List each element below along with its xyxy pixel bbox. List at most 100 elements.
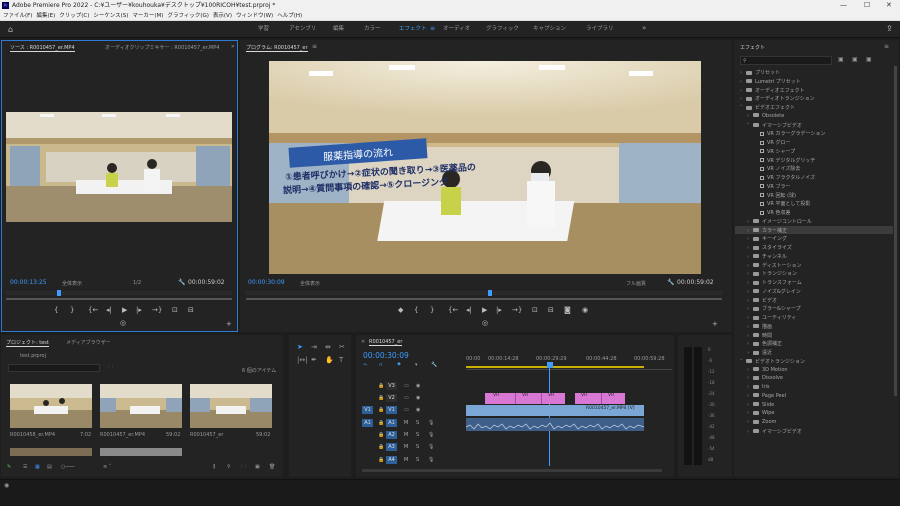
- lock-icon[interactable]: 🔒: [378, 420, 384, 426]
- track-target-button[interactable]: V1: [386, 406, 397, 414]
- pencil-icon[interactable]: ✎: [7, 464, 11, 470]
- new-bin-bottom-icon[interactable]: 🗀: [241, 464, 246, 472]
- workspace-tab[interactable]: ライブラリ: [586, 21, 614, 38]
- export-frame-icon[interactable]: ◙: [564, 306, 571, 314]
- marker-icon[interactable]: ▾: [415, 362, 418, 368]
- tab-media-browser[interactable]: メディアブラウザー: [66, 339, 111, 346]
- new-bin-icon[interactable]: 🗀: [108, 364, 113, 372]
- overwrite-icon[interactable]: ⊟: [188, 306, 194, 314]
- effect-folder[interactable]: › ユーティリティ: [747, 314, 796, 321]
- solo-button[interactable]: S: [416, 457, 419, 463]
- menu-item[interactable]: シーケンス(S): [93, 13, 128, 19]
- effect-item[interactable]: VR グロー: [754, 139, 790, 146]
- program-vr-icon[interactable]: ◉: [582, 306, 588, 314]
- effect-folder[interactable]: ˅ ビデオエフェクト: [740, 104, 795, 111]
- menu-item[interactable]: 表示(V): [213, 13, 232, 19]
- add-marker-timeline-icon[interactable]: ⯁: [397, 362, 401, 368]
- workspace-tab[interactable]: 学習: [258, 21, 269, 38]
- effect-folder[interactable]: › 時間: [747, 332, 772, 339]
- icon-view-icon[interactable]: ▦: [35, 464, 40, 470]
- effect-folder[interactable]: › ブラー&シャープ: [747, 305, 801, 312]
- program-wrench-icon[interactable]: 🔧: [667, 279, 674, 286]
- home-icon[interactable]: ⌂: [8, 25, 13, 34]
- effect-folder[interactable]: ˅ ビデオトランジション: [740, 358, 805, 365]
- effect-folder[interactable]: › チャンネル: [747, 253, 787, 260]
- effect-folder[interactable]: › Wipe: [747, 410, 774, 416]
- menu-item[interactable]: マーカー(M): [132, 13, 163, 19]
- tab-audio-clip-mixer[interactable]: オーディオクリップミキサー : R0010457_er.MP4: [105, 44, 219, 51]
- effect-folder[interactable]: › スタイライズ: [747, 244, 792, 251]
- lock-icon[interactable]: 🔒: [378, 444, 384, 450]
- workspace-tab[interactable]: オーディオ: [443, 21, 470, 38]
- timeline-timecode[interactable]: 00:00:30:09: [363, 351, 409, 360]
- wrench-icon[interactable]: 🔧: [178, 279, 185, 286]
- effect-folder[interactable]: › オーディオエフェクト: [740, 87, 805, 94]
- tab-source[interactable]: ソース : R0010457_er.MP4: [10, 44, 75, 52]
- razor-icon[interactable]: ✂: [339, 343, 345, 351]
- hand-tool-icon[interactable]: ✋: [325, 356, 334, 364]
- program-zoom-bar[interactable]: [246, 298, 722, 300]
- program-vr-toggle-icon[interactable]: ◎: [482, 319, 488, 327]
- vr-clip[interactable]: VR: [575, 393, 601, 404]
- automate-icon[interactable]: ⫼: [213, 464, 215, 470]
- source-fit-select[interactable]: 全体表示: [62, 280, 82, 287]
- solo-button[interactable]: S: [416, 444, 419, 450]
- new-item-icon[interactable]: ▣: [255, 464, 260, 470]
- step-forward-icon[interactable]: |▸: [136, 306, 142, 314]
- project-thumb-3[interactable]: [190, 384, 272, 428]
- lock-icon[interactable]: 🔒: [378, 407, 384, 413]
- effect-folder[interactable]: › 遠近: [747, 349, 772, 356]
- tab-program[interactable]: プログラム: R0010457_er: [246, 44, 308, 52]
- effect-item[interactable]: VR 色収差: [754, 209, 790, 216]
- audio-clip-a1[interactable]: [466, 418, 644, 431]
- project-search-input[interactable]: [8, 364, 100, 372]
- workspace-tab[interactable]: アセンブリ: [289, 21, 316, 38]
- effect-folder[interactable]: › 3D Motion: [747, 367, 788, 373]
- track-target-button[interactable]: A2: [386, 431, 397, 439]
- mute-button[interactable]: M: [404, 457, 408, 463]
- program-mark-out-icon[interactable]: }: [430, 306, 434, 314]
- linked-selection-icon[interactable]: ∩: [379, 362, 383, 368]
- effect-folder[interactable]: › Dissolve: [747, 375, 783, 381]
- mic-icon[interactable]: 🎙: [428, 444, 434, 450]
- find-icon[interactable]: ⚲: [227, 464, 231, 470]
- workspace-tab[interactable]: グラフィック: [486, 21, 519, 38]
- effects-search-input[interactable]: ⚲: [740, 56, 832, 65]
- sync-lock-icon[interactable]: ▭: [404, 407, 409, 413]
- more-workspaces-icon[interactable]: »: [642, 24, 646, 32]
- minimize-button[interactable]: —: [840, 0, 847, 11]
- menu-item[interactable]: グラフィック(G): [167, 13, 208, 19]
- effect-item[interactable]: VR ブラー: [754, 183, 790, 190]
- effects-menu-icon[interactable]: ≡: [884, 43, 889, 50]
- delete-icon[interactable]: 🗑: [269, 464, 275, 470]
- eye-icon[interactable]: ◉: [416, 407, 420, 413]
- effect-folder[interactable]: › トランスフォーム: [747, 279, 802, 286]
- effect-folder[interactable]: › Iris: [747, 384, 770, 390]
- add-marker-icon[interactable]: ◆: [398, 306, 403, 314]
- source-timecode[interactable]: 00:00:13:25: [10, 279, 47, 286]
- effect-folder[interactable]: › ノイズ&グレイン: [747, 288, 801, 295]
- timeline-close-icon[interactable]: ✕: [361, 339, 365, 345]
- effect-folder[interactable]: › 描画: [747, 323, 772, 330]
- type-tool-icon[interactable]: T: [339, 356, 343, 364]
- program-mark-in-icon[interactable]: {: [414, 306, 418, 314]
- eye-icon[interactable]: ◉: [416, 383, 420, 389]
- effects-scrollbar[interactable]: [894, 66, 897, 396]
- effect-folder[interactable]: › オーディオトランジション: [740, 95, 815, 102]
- solo-button[interactable]: S: [416, 432, 419, 438]
- mark-out-icon[interactable]: }: [70, 306, 74, 314]
- menu-item[interactable]: ウィンドウ(W): [236, 13, 273, 19]
- program-play-icon[interactable]: ▶: [482, 306, 487, 314]
- menu-item[interactable]: クリップ(C): [59, 13, 89, 19]
- mark-in-icon[interactable]: {: [54, 306, 58, 314]
- accelerated-effects-icon[interactable]: ▣: [838, 56, 844, 63]
- effect-item[interactable]: VR ノイズ除去: [754, 165, 800, 172]
- program-playhead[interactable]: [488, 290, 492, 296]
- step-back-icon[interactable]: ◂|: [106, 306, 112, 314]
- effect-folder[interactable]: › プリセット: [740, 69, 780, 76]
- mic-icon[interactable]: 🎙: [428, 432, 434, 438]
- source-zoom-bar[interactable]: [6, 298, 232, 300]
- effect-folder[interactable]: › 色調補正: [747, 340, 782, 347]
- effect-folder[interactable]: › トランジション: [747, 270, 797, 277]
- program-scrubber[interactable]: [246, 291, 722, 295]
